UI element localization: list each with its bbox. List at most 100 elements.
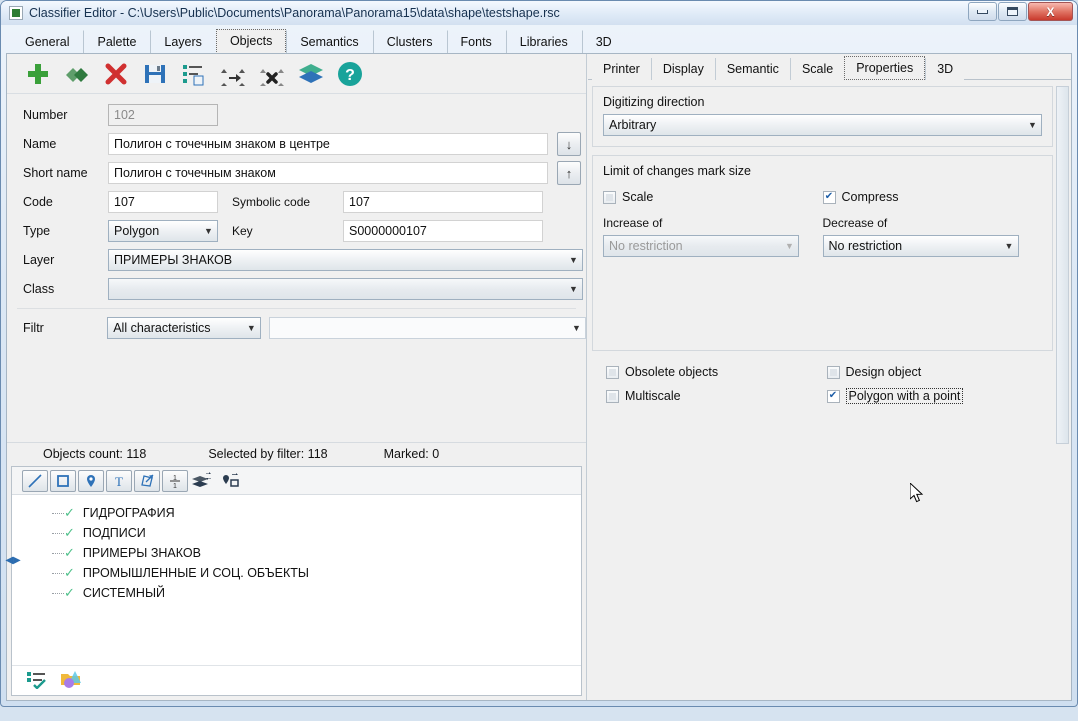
scale-checkbox-row[interactable]: Scale	[603, 190, 823, 204]
tab-fonts[interactable]: Fonts	[446, 30, 506, 54]
tree-connector	[52, 532, 64, 534]
filtr-value-select[interactable]: ▼	[268, 317, 586, 339]
code-label: Code	[23, 195, 53, 209]
layer-select[interactable]: ПРИМЕРЫ ЗНАКОВ ▼	[108, 249, 583, 271]
right-pane-scrollbar[interactable]	[1056, 86, 1069, 444]
tab-clusters[interactable]: Clusters	[372, 30, 447, 54]
point-type-button[interactable]	[78, 469, 104, 492]
application-window: Classifier Editor - C:\Users\Public\Docu…	[0, 0, 1078, 707]
filtr-select[interactable]: All characteristics ▼	[107, 317, 261, 339]
increase-value: No restriction	[609, 239, 683, 253]
type-select[interactable]: Polygon ▼	[108, 220, 218, 242]
checkbox-icon[interactable]	[603, 190, 616, 204]
tree-connector	[52, 512, 64, 514]
maximize-button[interactable]	[998, 2, 1027, 21]
template-type-button[interactable]: 11	[162, 469, 188, 492]
title-bar: Classifier Editor - C:\Users\Public\Docu…	[1, 1, 1077, 25]
tab-palette[interactable]: Palette	[83, 30, 150, 54]
tab-3d[interactable]: 3D	[581, 30, 626, 54]
check-icon[interactable]: ✓	[64, 565, 75, 581]
class-select[interactable]: ▼	[108, 278, 583, 300]
code-field[interactable]: 107	[108, 191, 218, 213]
help-icon[interactable]: ?	[335, 59, 365, 89]
minimize-button[interactable]	[968, 2, 997, 21]
rtab-semantic[interactable]: Semantic	[714, 58, 790, 80]
tab-objects[interactable]: Objects	[215, 29, 287, 54]
class-label: Class	[23, 282, 55, 296]
check-icon[interactable]: ✓	[64, 545, 75, 561]
layers-filter-button[interactable]	[190, 470, 216, 492]
tab-semantics[interactable]: Semantics	[286, 30, 372, 54]
delete-object-icon[interactable]	[101, 59, 131, 89]
objects-count: Objects count: 118	[43, 446, 147, 461]
checkbox-icon[interactable]: ✔	[822, 190, 836, 204]
compress-label: Compress	[841, 190, 899, 204]
filtr-label: Filtr	[23, 321, 44, 335]
list-item-label: ПРИМЕРЫ ЗНАКОВ	[82, 546, 201, 560]
palette-icon[interactable]	[60, 668, 84, 693]
check-icon[interactable]: ✓	[64, 505, 75, 521]
layers-icon[interactable]	[296, 59, 326, 89]
short-name-field[interactable]: Полигон с точечным знаком	[108, 162, 548, 184]
list-item[interactable]: ✓ ПОДПИСИ	[12, 523, 581, 543]
copy-object-icon[interactable]	[62, 59, 92, 89]
tab-general[interactable]: General	[11, 30, 83, 54]
increase-select[interactable]: No restriction ▼	[603, 235, 799, 257]
close-button[interactable]: X	[1028, 2, 1073, 21]
check-icon[interactable]: ✓	[64, 585, 75, 601]
chevron-down-icon: ▼	[572, 323, 581, 333]
filtered-count: Selected by filter: 118	[208, 446, 328, 461]
decrease-select[interactable]: No restriction ▼	[822, 235, 1019, 257]
design-object-label: Design object	[845, 365, 922, 379]
polygon-with-point-row[interactable]: ✔ Polygon with a point	[826, 388, 1048, 404]
increase-label: Increase of	[603, 216, 663, 230]
vector-type-button[interactable]	[134, 469, 160, 492]
tab-layers[interactable]: Layers	[150, 30, 216, 54]
checkbox-icon[interactable]	[826, 365, 840, 379]
rtab-printer[interactable]: Printer	[592, 58, 651, 80]
list-view-icon[interactable]	[26, 669, 48, 692]
splitter-handle[interactable]: ◀▶	[5, 553, 20, 567]
rtab-scale[interactable]: Scale	[789, 58, 845, 80]
list-item[interactable]: ✓ ПРОМЫШЛЕННЫЕ И СОЦ. ОБЪЕКТЫ	[12, 563, 581, 583]
list-item[interactable]: ✓ ГИДРОГРАФИЯ	[12, 503, 581, 523]
tab-libraries[interactable]: Libraries	[505, 30, 582, 54]
tree-connector	[52, 592, 64, 594]
number-field[interactable]: 102	[108, 104, 218, 126]
remove-marks-icon[interactable]	[257, 59, 287, 89]
objects-filter-button[interactable]	[218, 470, 244, 492]
checkbox-icon[interactable]: ✔	[826, 389, 840, 403]
key-label: Key	[232, 224, 253, 238]
design-object-row[interactable]: Design object	[826, 365, 1048, 379]
list-item[interactable]: ✓ СИСТЕМНЫЙ	[12, 583, 581, 603]
decrease-label: Decrease of	[822, 216, 888, 230]
name-field[interactable]: Полигон с точечным знаком в центре	[108, 133, 548, 155]
check-icon[interactable]: ✓	[64, 525, 75, 541]
move-down-button[interactable]: ↓	[557, 132, 581, 156]
duplicate-list-icon[interactable]	[179, 59, 209, 89]
line-type-button[interactable]	[22, 469, 48, 492]
short-name-label: Short name	[23, 166, 88, 180]
move-objects-icon[interactable]	[218, 59, 248, 89]
multiscale-row[interactable]: Multiscale	[606, 388, 827, 404]
obsolete-objects-row[interactable]: Obsolete objects	[606, 365, 827, 379]
text-type-button[interactable]: T	[106, 469, 132, 492]
flags-group: Obsolete objects Design object Multiscal…	[596, 359, 1057, 404]
compress-checkbox-row[interactable]: ✔ Compress	[822, 190, 1043, 204]
add-object-icon[interactable]	[23, 59, 53, 89]
symbolic-code-field[interactable]: 107	[343, 191, 543, 213]
list-item[interactable]: ✓ ПРИМЕРЫ ЗНАКОВ	[12, 543, 581, 563]
checkbox-icon[interactable]	[606, 365, 619, 379]
polygon-type-button[interactable]	[50, 469, 76, 492]
rtab-3d[interactable]: 3D	[925, 58, 965, 80]
digitizing-direction-select[interactable]: Arbitrary ▼	[603, 114, 1042, 136]
decrease-value: No restriction	[828, 239, 903, 253]
object-form: Number 102 Name Полигон с точечным знако…	[7, 94, 586, 341]
save-icon[interactable]	[140, 59, 170, 89]
move-up-button[interactable]: ↑	[557, 161, 581, 185]
rtab-display[interactable]: Display	[650, 58, 715, 80]
key-field[interactable]: S0000000107	[343, 220, 543, 242]
rtab-properties[interactable]: Properties	[844, 56, 926, 80]
checkbox-icon[interactable]	[606, 389, 619, 403]
marked-count: Marked: 0	[383, 446, 440, 461]
